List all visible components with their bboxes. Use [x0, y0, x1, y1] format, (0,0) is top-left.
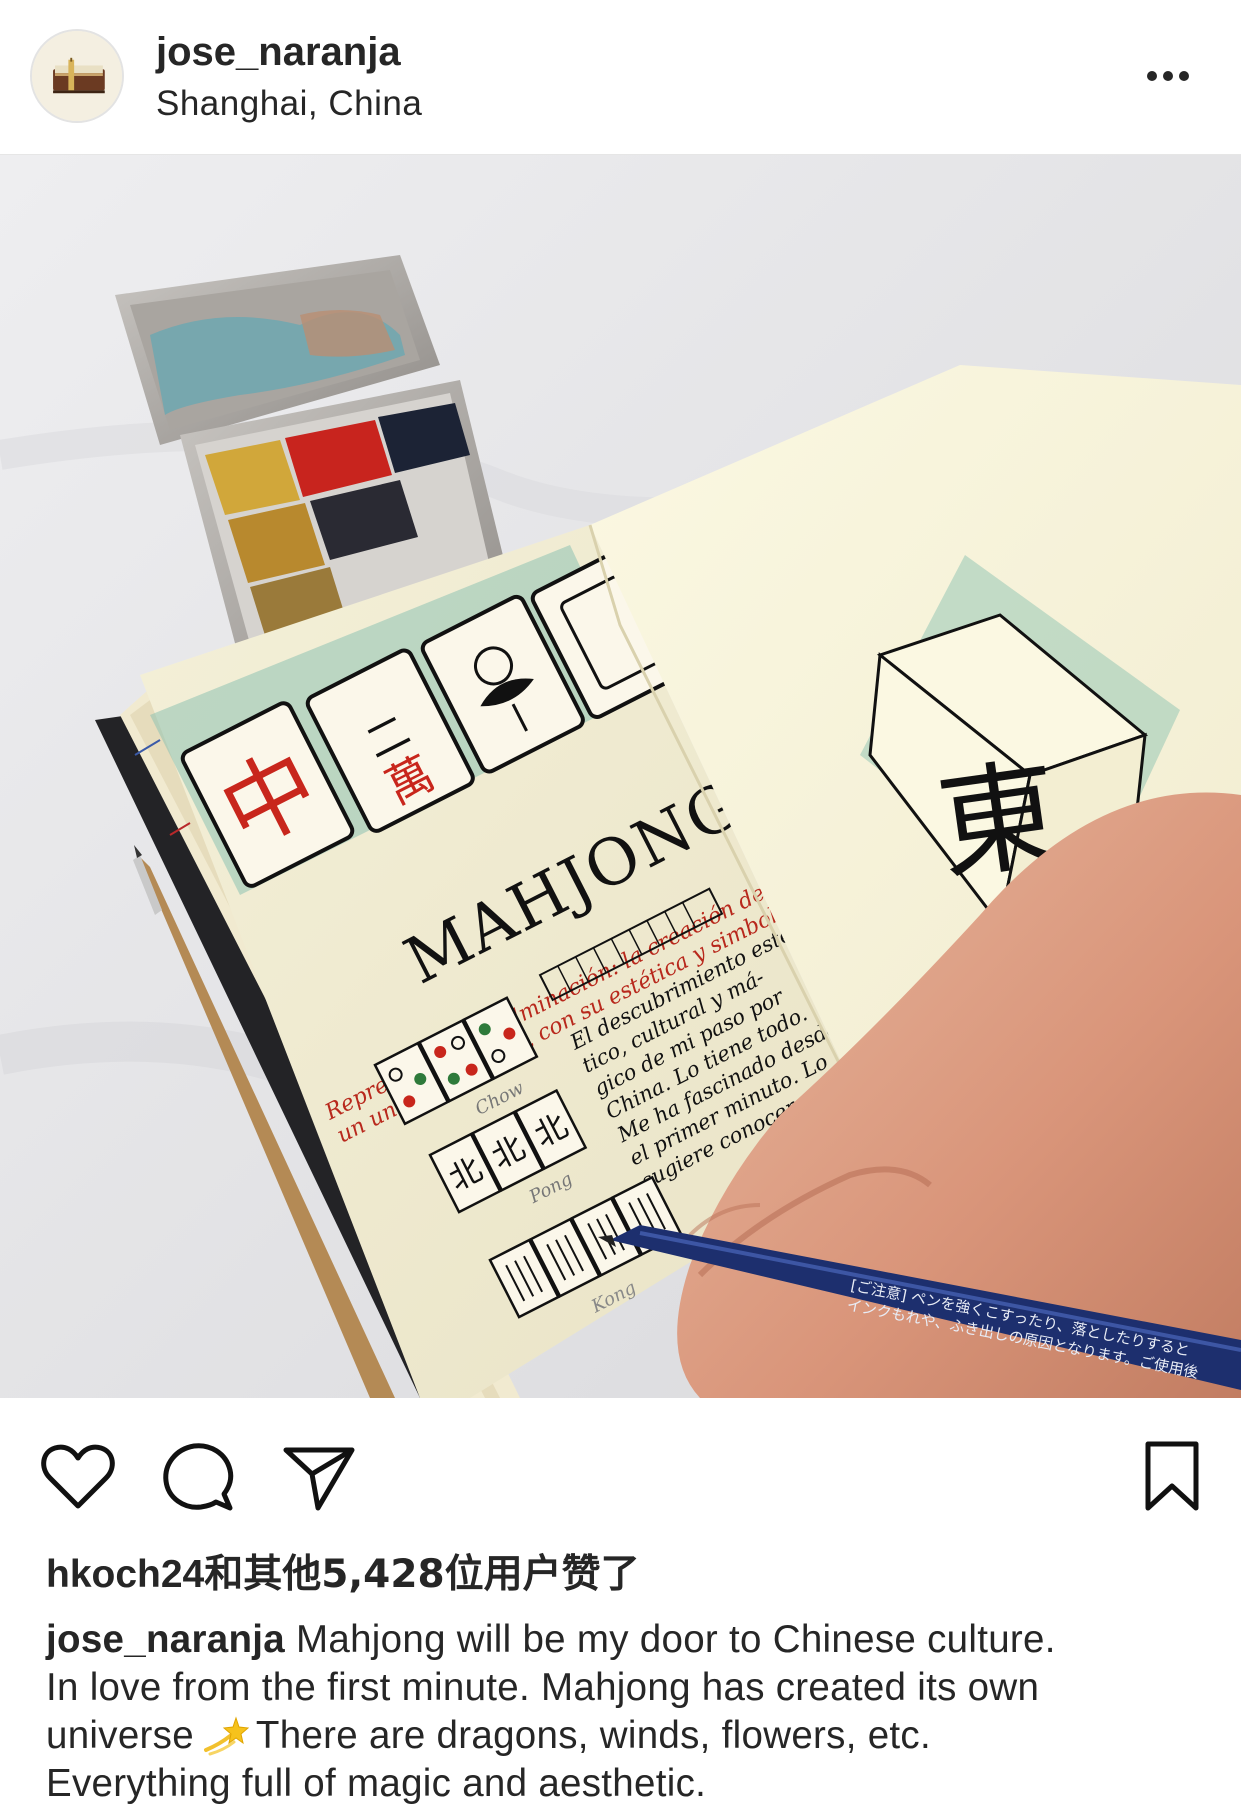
post-header: jose_naranja Shanghai, China — [0, 0, 1241, 155]
bookmark-icon[interactable] — [1132, 1436, 1212, 1516]
more-options-icon[interactable] — [1138, 58, 1198, 94]
caption-text-1: Mahjong will be my door to Chinese cultu… — [296, 1618, 1056, 1661]
dizzy-star-emoji — [200, 1714, 250, 1758]
instagram-post: jose_naranja Shanghai, China 中 二 萬 MAHJO… — [0, 0, 1241, 1805]
comment-bubble-icon[interactable] — [158, 1436, 238, 1516]
post-actions — [0, 1398, 1241, 1548]
post-photo[interactable]: 中 二 萬 MAHJONG Representa una culminación… — [0, 155, 1241, 1398]
caption-line-3: universe There are dragons, winds, flowe… — [46, 1712, 1216, 1760]
liker-username[interactable]: hkoch24 — [46, 1553, 204, 1596]
caption-username[interactable]: jose_naranja — [46, 1618, 285, 1661]
heart-icon[interactable] — [38, 1436, 118, 1516]
likes-count[interactable]: hkoch24和其他5,428位用户赞了 — [46, 1543, 640, 1599]
caption-text-3a: universe — [46, 1714, 194, 1757]
post-location[interactable]: Shanghai, China — [156, 84, 422, 124]
likes-text: 和其他5,428位用户赞了 — [204, 1552, 640, 1597]
caption-text-3b: There are dragons, winds, flowers, etc. — [255, 1714, 931, 1757]
post-caption: jose_naranja Mahjong will be my door to … — [46, 1616, 1216, 1805]
notebook-avatar-icon[interactable] — [30, 29, 124, 123]
paper-plane-icon[interactable] — [278, 1436, 358, 1516]
caption-line-1: jose_naranja Mahjong will be my door to … — [46, 1616, 1216, 1664]
post-username[interactable]: jose_naranja — [156, 30, 401, 75]
caption-line-2: In love from the first minute. Mahjong h… — [46, 1666, 1040, 1709]
caption-line-4: Everything full of magic and aesthetic. — [46, 1762, 707, 1805]
